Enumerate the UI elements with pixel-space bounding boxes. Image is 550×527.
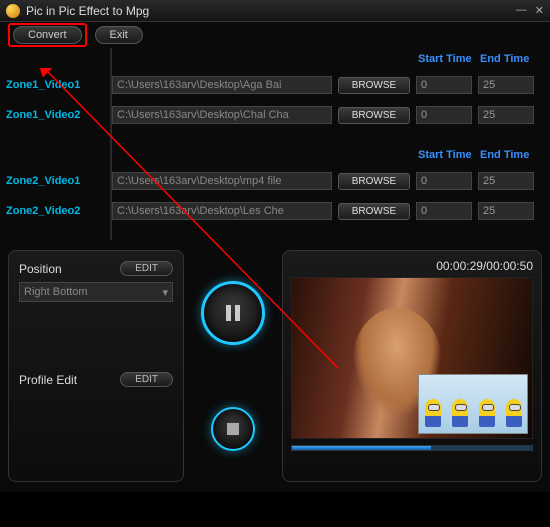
position-select[interactable]: Right Bottom ▾ bbox=[19, 282, 173, 302]
table-row: Zone1_Video1 BROWSE bbox=[6, 70, 544, 100]
minimize-icon[interactable]: — bbox=[516, 4, 527, 17]
end-time-header: End Time bbox=[478, 149, 534, 161]
end-time-input[interactable] bbox=[478, 106, 534, 124]
profile-title: Profile Edit bbox=[19, 373, 77, 387]
titlebar: Pic in Pic Effect to Mpg — ✕ bbox=[0, 0, 550, 22]
stop-button[interactable] bbox=[211, 407, 255, 451]
toolbar: Convert Exit bbox=[0, 22, 550, 48]
profile-edit-button[interactable]: EDIT bbox=[120, 372, 173, 387]
seek-bar[interactable] bbox=[291, 445, 533, 451]
end-time-input[interactable] bbox=[478, 202, 534, 220]
row-label: Zone2_Video1 bbox=[6, 175, 106, 187]
position-edit-button[interactable]: EDIT bbox=[120, 261, 173, 276]
path-input[interactable] bbox=[112, 172, 332, 190]
table-row: Zone1_Video2 BROWSE bbox=[6, 100, 544, 130]
preview-panel: 00:00:29/00:00:50 bbox=[282, 250, 542, 482]
start-time-input[interactable] bbox=[416, 172, 472, 190]
window-title: Pic in Pic Effect to Mpg bbox=[26, 4, 516, 18]
pip-content bbox=[479, 399, 495, 427]
bottom-area: Position EDIT Right Bottom ▾ Profile Edi… bbox=[0, 240, 550, 492]
vertical-divider bbox=[110, 48, 112, 240]
video-grid: Start Time End Time Zone1_Video1 BROWSE … bbox=[0, 48, 550, 240]
start-time-input[interactable] bbox=[416, 76, 472, 94]
left-panel: Position EDIT Right Bottom ▾ Profile Edi… bbox=[8, 250, 184, 482]
table-row: Zone2_Video1 BROWSE bbox=[6, 166, 544, 196]
pip-content bbox=[452, 399, 468, 427]
zone1-header: Start Time End Time bbox=[6, 48, 544, 70]
video-preview[interactable] bbox=[291, 277, 533, 439]
stop-icon bbox=[227, 423, 239, 435]
path-input[interactable] bbox=[112, 76, 332, 94]
pause-icon bbox=[226, 305, 240, 321]
pip-content bbox=[425, 399, 441, 427]
close-icon[interactable]: ✕ bbox=[535, 4, 544, 17]
start-time-header: Start Time bbox=[416, 53, 472, 65]
exit-button[interactable]: Exit bbox=[95, 26, 143, 44]
end-time-input[interactable] bbox=[478, 172, 534, 190]
start-time-input[interactable] bbox=[416, 106, 472, 124]
end-time-header: End Time bbox=[478, 53, 534, 65]
playback-controls bbox=[194, 250, 272, 482]
row-label: Zone1_Video1 bbox=[6, 79, 106, 91]
convert-highlight: Convert bbox=[8, 23, 87, 47]
profile-section: Profile Edit EDIT bbox=[19, 372, 173, 387]
position-title: Position bbox=[19, 262, 62, 276]
position-section: Position EDIT bbox=[19, 261, 173, 276]
pip-content bbox=[506, 399, 522, 427]
position-value: Right Bottom bbox=[24, 286, 88, 298]
convert-button[interactable]: Convert bbox=[13, 26, 82, 44]
table-row: Zone2_Video2 BROWSE bbox=[6, 196, 544, 226]
start-time-header: Start Time bbox=[416, 149, 472, 161]
browse-button[interactable]: BROWSE bbox=[338, 173, 410, 190]
pause-button[interactable] bbox=[201, 281, 265, 345]
browse-button[interactable]: BROWSE bbox=[338, 203, 410, 220]
start-time-input[interactable] bbox=[416, 202, 472, 220]
pip-overlay bbox=[418, 374, 528, 434]
zone2-header: Start Time End Time bbox=[6, 144, 544, 166]
seek-progress bbox=[292, 446, 431, 450]
window-controls: — ✕ bbox=[516, 4, 544, 17]
time-display: 00:00:29/00:00:50 bbox=[291, 259, 533, 273]
browse-button[interactable]: BROWSE bbox=[338, 107, 410, 124]
row-label: Zone1_Video2 bbox=[6, 109, 106, 121]
app-icon bbox=[6, 4, 20, 18]
chevron-down-icon: ▾ bbox=[162, 286, 168, 299]
path-input[interactable] bbox=[112, 106, 332, 124]
row-label: Zone2_Video2 bbox=[6, 205, 106, 217]
browse-button[interactable]: BROWSE bbox=[338, 77, 410, 94]
end-time-input[interactable] bbox=[478, 76, 534, 94]
path-input[interactable] bbox=[112, 202, 332, 220]
